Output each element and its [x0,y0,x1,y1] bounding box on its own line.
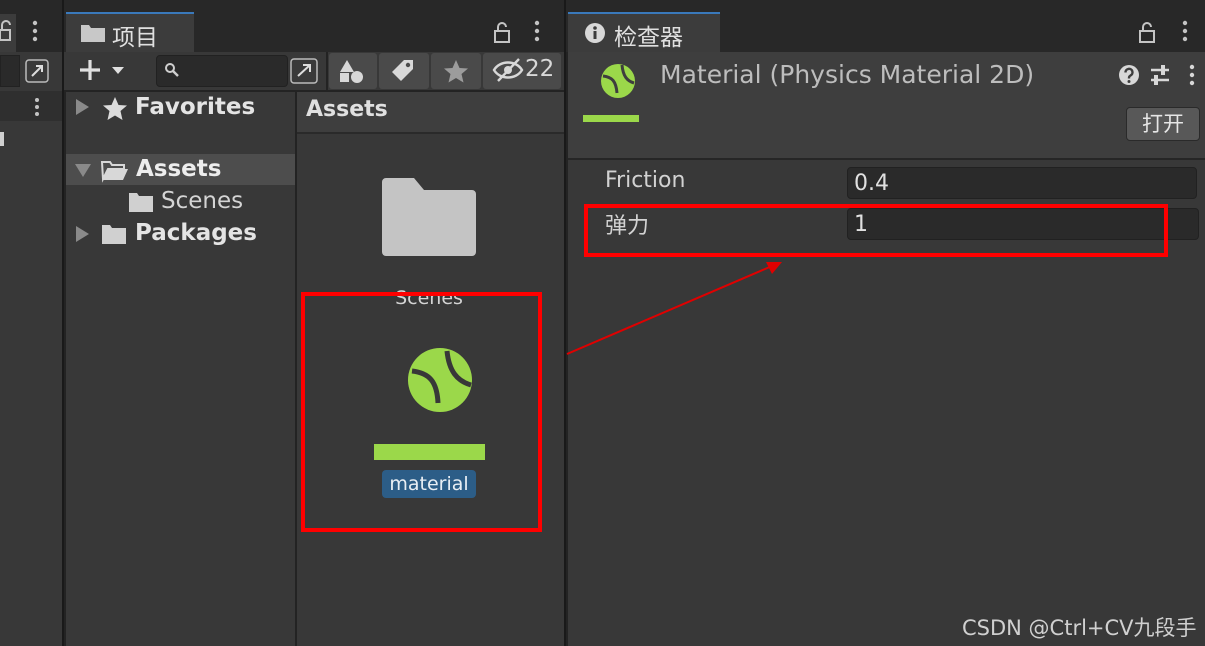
toolbar-divider [326,52,328,90]
highlight-box-bounciness [584,204,1168,257]
more-options-icon[interactable] [1182,20,1188,42]
search-icon [165,63,179,77]
folder-icon [81,25,105,42]
eye-slash-icon [492,58,524,82]
friction-field[interactable]: 0.4 [847,167,1197,199]
field-label-friction: Friction [605,168,686,193]
left-panel-body [0,52,62,646]
breadcrumb[interactable]: Assets [306,97,388,122]
more-options-icon[interactable] [34,97,40,117]
lock-icon[interactable] [0,18,16,44]
presets-icon[interactable] [1149,64,1171,86]
tag-icon [392,60,413,81]
left-panel-header [0,91,62,121]
tree-item-scenes[interactable]: Scenes [161,188,243,214]
lock-icon[interactable] [493,20,513,44]
star-icon [444,60,468,83]
collapse-arrow-icon[interactable] [75,164,91,177]
inspector-title: Material (Physics Material 2D) [660,60,1035,89]
folder-icon [129,193,153,212]
open-button[interactable]: 打开 [1126,107,1200,141]
expand-icon[interactable] [24,58,50,84]
star-icon [103,97,127,120]
physics-material-icon [601,64,635,98]
info-icon [585,23,605,43]
left-search-field[interactable] [0,55,20,87]
tree-item-packages[interactable]: Packages [135,220,257,246]
expand-arrow-icon[interactable] [76,99,89,115]
tree-item-assets[interactable]: Assets [136,156,221,182]
more-options-icon[interactable] [534,20,540,42]
left-panel-text-fragment [0,132,4,146]
expand-arrow-icon[interactable] [76,226,89,242]
highlight-box-material [301,292,542,532]
tab-inspector-label: 检查器 [614,25,683,51]
watermark: CSDN @Ctrl+CV九段手 [962,616,1197,640]
create-dropdown-button[interactable] [76,56,128,84]
more-options-icon[interactable] [1189,64,1195,86]
annotation-arrow [566,262,782,355]
tree-item-favorites[interactable]: Favorites [135,94,255,120]
shapes-icon [340,60,363,83]
open-folder-icon [100,161,128,183]
tab-project-label: 项目 [112,25,158,51]
lock-icon[interactable] [1138,20,1158,44]
folder-icon [102,225,126,244]
pane-splitter[interactable] [295,92,297,646]
material-type-bar [583,115,639,122]
help-icon[interactable] [1118,64,1140,86]
scenes-folder-icon[interactable] [380,178,478,258]
more-options-icon[interactable] [32,20,38,42]
hidden-packages-count: 22 [525,56,555,82]
expand-search-button[interactable] [288,56,320,86]
